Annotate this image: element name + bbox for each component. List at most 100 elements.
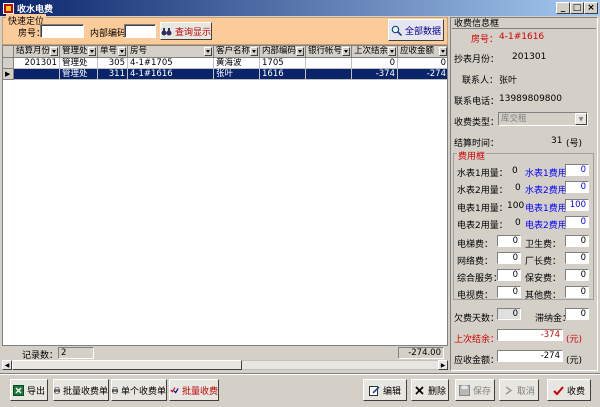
table-cell[interactable]: 4-1#1705 — [128, 58, 214, 69]
batch-receipt-button[interactable]: 批量收费单 — [53, 379, 109, 401]
col-header-office[interactable]: 管理处 — [60, 46, 98, 58]
col-header-settle-month[interactable]: 结算月份 — [14, 46, 60, 58]
row-indicator[interactable] — [3, 58, 14, 69]
export-button[interactable]: 导出 — [10, 379, 48, 401]
col-header-last-balance[interactable]: 上次结余 — [352, 46, 398, 58]
charge-button[interactable]: 收费 — [547, 379, 591, 401]
security-fee-label: 保安费： — [525, 274, 562, 284]
water1-fee-input[interactable]: 0 — [565, 164, 589, 176]
security-fee-input[interactable]: 0 — [565, 269, 589, 281]
table-cell[interactable]: -274 — [398, 69, 447, 80]
printer-icon — [54, 387, 60, 393]
records-grid[interactable]: 结算月份 管理处 单号 房号 客户名称 内部编码 银行帐号 上次结余 应收金额 … — [2, 45, 448, 346]
row-indicator-header — [3, 46, 14, 58]
table-cell[interactable]: 4-1#1616 — [128, 69, 214, 80]
all-data-button[interactable]: 全部数据 — [388, 19, 444, 41]
table-cell[interactable]: 0 — [398, 58, 447, 69]
search-button-label: 查询显示 — [174, 27, 211, 38]
save-icon — [458, 384, 470, 396]
edit-button[interactable]: 编辑 — [363, 379, 407, 401]
col-header-customer[interactable]: 客户名称 — [214, 46, 260, 58]
table-cell[interactable]: 1616 — [260, 69, 306, 80]
elec1-fee-label: 电表1费用 — [525, 204, 567, 214]
dropdown-icon[interactable] — [50, 47, 58, 56]
single-receipt-button[interactable]: 单个收费单 — [111, 379, 167, 401]
dropdown-icon[interactable] — [439, 47, 447, 56]
network-fee-label: 网络费： — [457, 257, 494, 267]
printer-icon — [112, 387, 118, 393]
col-header-order-no[interactable]: 单号 — [98, 46, 128, 58]
minimize-button[interactable]: _ — [556, 2, 570, 14]
search-button[interactable]: 查询显示 — [160, 22, 212, 40]
phone-value: 13989809800 — [499, 94, 562, 104]
table-cell[interactable]: -374 — [352, 69, 398, 80]
table-cell[interactable]: 311 — [98, 69, 128, 80]
table-cell[interactable] — [14, 69, 60, 80]
sanitation-fee-label: 卫生费： — [525, 240, 562, 250]
network-fee-input[interactable]: 0 — [497, 252, 521, 264]
elevator-fee-input[interactable]: 0 — [497, 235, 521, 247]
receivable-label: 应收金额： — [454, 356, 500, 366]
code-input[interactable] — [124, 24, 156, 38]
table-cell[interactable] — [306, 69, 352, 80]
window-title: 收水电费 — [17, 4, 54, 15]
dropdown-icon[interactable] — [204, 47, 212, 56]
cancel-button[interactable]: 取消 — [499, 379, 539, 401]
last-balance-unit: (元) — [566, 335, 583, 345]
scroll-left-button[interactable]: ◀ — [2, 360, 12, 370]
table-cell[interactable] — [306, 58, 352, 69]
other-fee-label: 其他费： — [525, 291, 562, 301]
row-indicator-current[interactable]: ▶ — [3, 69, 14, 80]
table-cell[interactable]: 201301 — [14, 58, 60, 69]
maximize-button[interactable]: □ — [570, 2, 584, 14]
dropdown-icon[interactable] — [250, 47, 258, 56]
app-icon — [3, 2, 14, 14]
water2-fee-input[interactable]: 0 — [565, 181, 589, 193]
receivable-input[interactable]: -274 — [497, 350, 563, 362]
factory-fee-input[interactable]: 0 — [565, 252, 589, 264]
magnifier-icon — [391, 25, 402, 36]
binoculars-icon — [161, 27, 172, 35]
other-fee-input[interactable]: 0 — [565, 286, 589, 298]
room-input[interactable] — [40, 24, 84, 38]
delete-icon — [415, 385, 424, 395]
dropdown-icon[interactable] — [296, 47, 304, 56]
elec2-fee-input[interactable]: 0 — [565, 216, 589, 228]
tv-fee-input[interactable]: 0 — [497, 286, 521, 298]
water2-fee-label: 水表2费用 — [525, 186, 567, 196]
save-button[interactable]: 保存 — [455, 379, 495, 401]
info-room-value: 4-1#1616 — [499, 32, 545, 42]
col-header-bank-account[interactable]: 银行帐号 — [306, 46, 352, 58]
phone-label: 联系电话： — [454, 97, 500, 107]
table-cell[interactable]: 管理处 — [60, 58, 98, 69]
elevator-fee-label: 电梯费： — [457, 240, 494, 250]
batch-charge-button-label: 批量收费 — [181, 386, 218, 397]
scroll-thumb[interactable] — [12, 360, 242, 370]
dropdown-icon[interactable] — [118, 47, 126, 56]
table-cell[interactable]: 1705 — [260, 58, 306, 69]
excel-icon — [12, 384, 24, 396]
close-button[interactable]: × — [584, 2, 598, 14]
service-fee-input[interactable]: 0 — [497, 269, 521, 281]
table-cell[interactable]: 0 — [352, 58, 398, 69]
batch-charge-button[interactable]: 批量收费 — [169, 379, 219, 401]
table-cell[interactable]: 张叶 — [214, 69, 260, 80]
col-header-receivable[interactable]: 应收金额 — [398, 46, 447, 58]
last-balance-input[interactable]: -374 — [497, 329, 563, 341]
table-cell[interactable]: 黄海波 — [214, 58, 260, 69]
sanitation-fee-input[interactable]: 0 — [565, 235, 589, 247]
scroll-right-button[interactable]: ▶ — [438, 360, 448, 370]
dropdown-icon[interactable] — [388, 47, 396, 56]
overdue-days-input[interactable]: 0 — [497, 308, 521, 320]
table-cell[interactable]: 305 — [98, 58, 128, 69]
delete-button[interactable]: 删除 — [411, 379, 449, 401]
elec1-fee-input[interactable]: 100 — [565, 199, 589, 211]
col-header-room[interactable]: 房号 — [128, 46, 214, 58]
col-header-internal-code[interactable]: 内部编码 — [260, 46, 306, 58]
dropdown-icon[interactable] — [342, 47, 350, 56]
dropdown-icon[interactable] — [88, 47, 96, 56]
chevron-down-icon[interactable]: ▼ — [575, 113, 587, 125]
service-fee-label: 综合服务： — [457, 274, 503, 284]
table-cell[interactable]: 管理处 — [60, 69, 98, 80]
late-fee-input[interactable]: 0 — [565, 308, 589, 320]
